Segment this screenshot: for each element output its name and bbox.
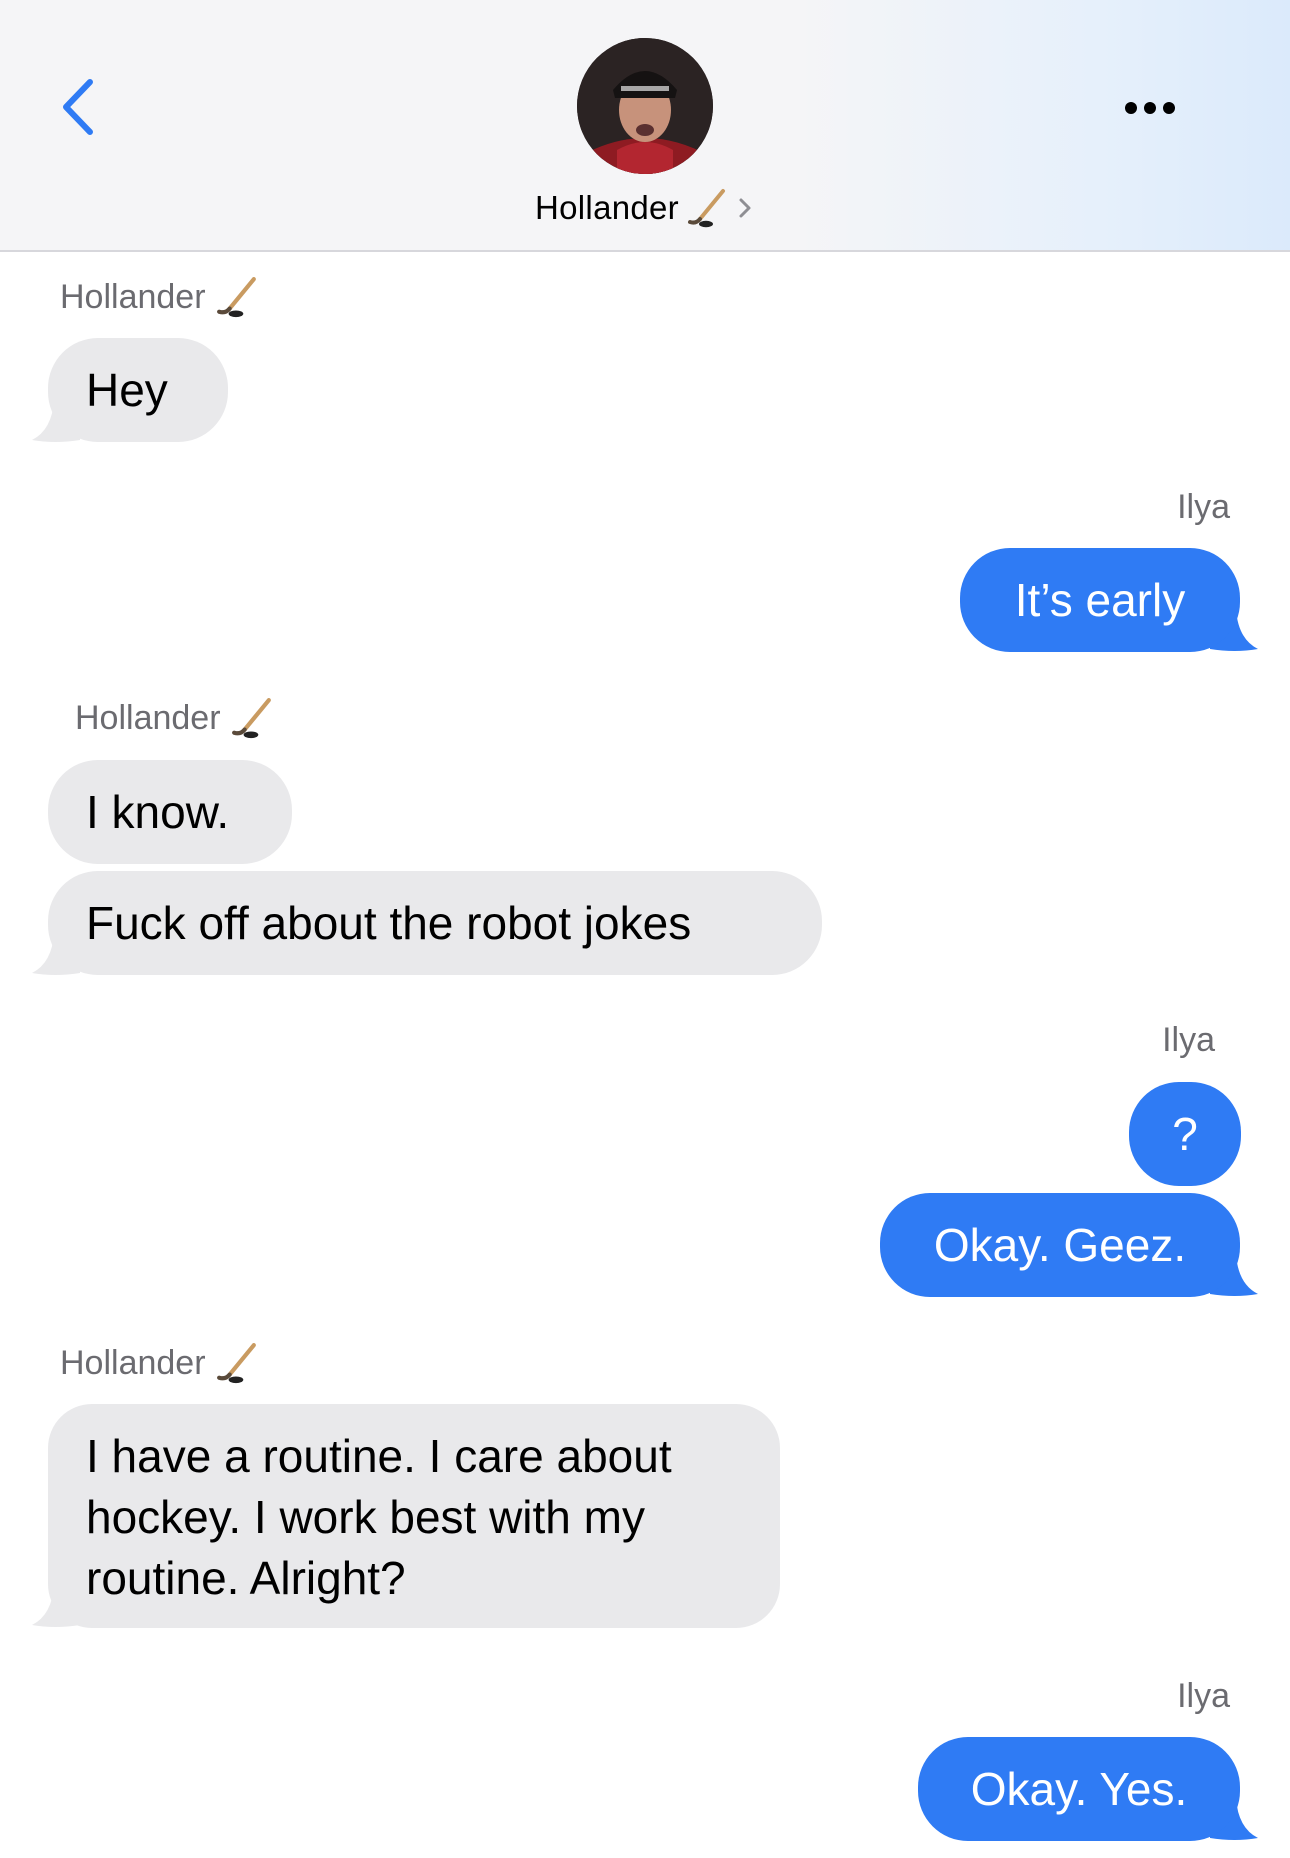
message-text: It’s early (1014, 573, 1186, 626)
sender-name: Ilya (1177, 488, 1230, 526)
message-line: I have a routine. I care about (86, 1430, 672, 1482)
message-text: Hey (86, 363, 168, 416)
hockey-stick-icon (687, 188, 727, 228)
message-bubble[interactable]: Okay. Geez. (880, 1193, 1240, 1297)
message-text: I know. (86, 785, 230, 838)
sender-label: Ilya (1160, 488, 1230, 527)
sender-label: Hollander (75, 697, 273, 739)
message-bubble[interactable]: ? (1129, 1082, 1241, 1186)
avatar-photo (577, 38, 713, 174)
message-bubble[interactable]: I have a routine. I care about hockey. I… (48, 1404, 780, 1628)
message-text: Fuck off about the robot jokes (86, 896, 692, 949)
more-button[interactable] (1110, 92, 1190, 122)
sender-label: Ilya (1160, 1677, 1230, 1716)
sender-name: Hollander (60, 1343, 206, 1382)
hockey-stick-icon (231, 697, 273, 739)
message-bubble[interactable]: It’s early (960, 548, 1240, 652)
sender-label: Ilya (1140, 1021, 1215, 1060)
ellipsis-icon (1125, 102, 1175, 114)
message-text: Okay. Yes. (970, 1762, 1188, 1815)
message-line: routine. Alright? (86, 1552, 406, 1604)
sender-name: Ilya (1162, 1021, 1215, 1059)
message-line: hockey. I work best with my (86, 1491, 645, 1543)
contact-avatar[interactable] (577, 38, 713, 174)
sender-label: Hollander (60, 276, 258, 318)
hockey-stick-icon (216, 276, 258, 318)
message-bubble[interactable]: I know. (48, 760, 292, 864)
sender-name: Ilya (1177, 1677, 1230, 1715)
message-bubble[interactable]: Fuck off about the robot jokes (48, 871, 822, 975)
message-text: Okay. Geez. (933, 1218, 1187, 1271)
conversation-header: Hollander (0, 0, 1290, 252)
message-bubble[interactable]: Hey (48, 338, 228, 442)
chevron-left-icon (63, 79, 93, 135)
sender-name: Hollander (60, 277, 206, 316)
sender-label: Hollander (60, 1342, 258, 1384)
contact-name: Hollander (535, 189, 679, 226)
sender-name: Hollander (75, 698, 221, 737)
back-button[interactable] (56, 72, 106, 142)
message-text: ? (1172, 1107, 1198, 1160)
hockey-stick-icon (216, 1342, 258, 1384)
message-bubble[interactable]: Okay. Yes. (918, 1737, 1240, 1841)
contact-name-button[interactable]: Hollander (470, 186, 820, 230)
chevron-right-icon (739, 198, 751, 218)
